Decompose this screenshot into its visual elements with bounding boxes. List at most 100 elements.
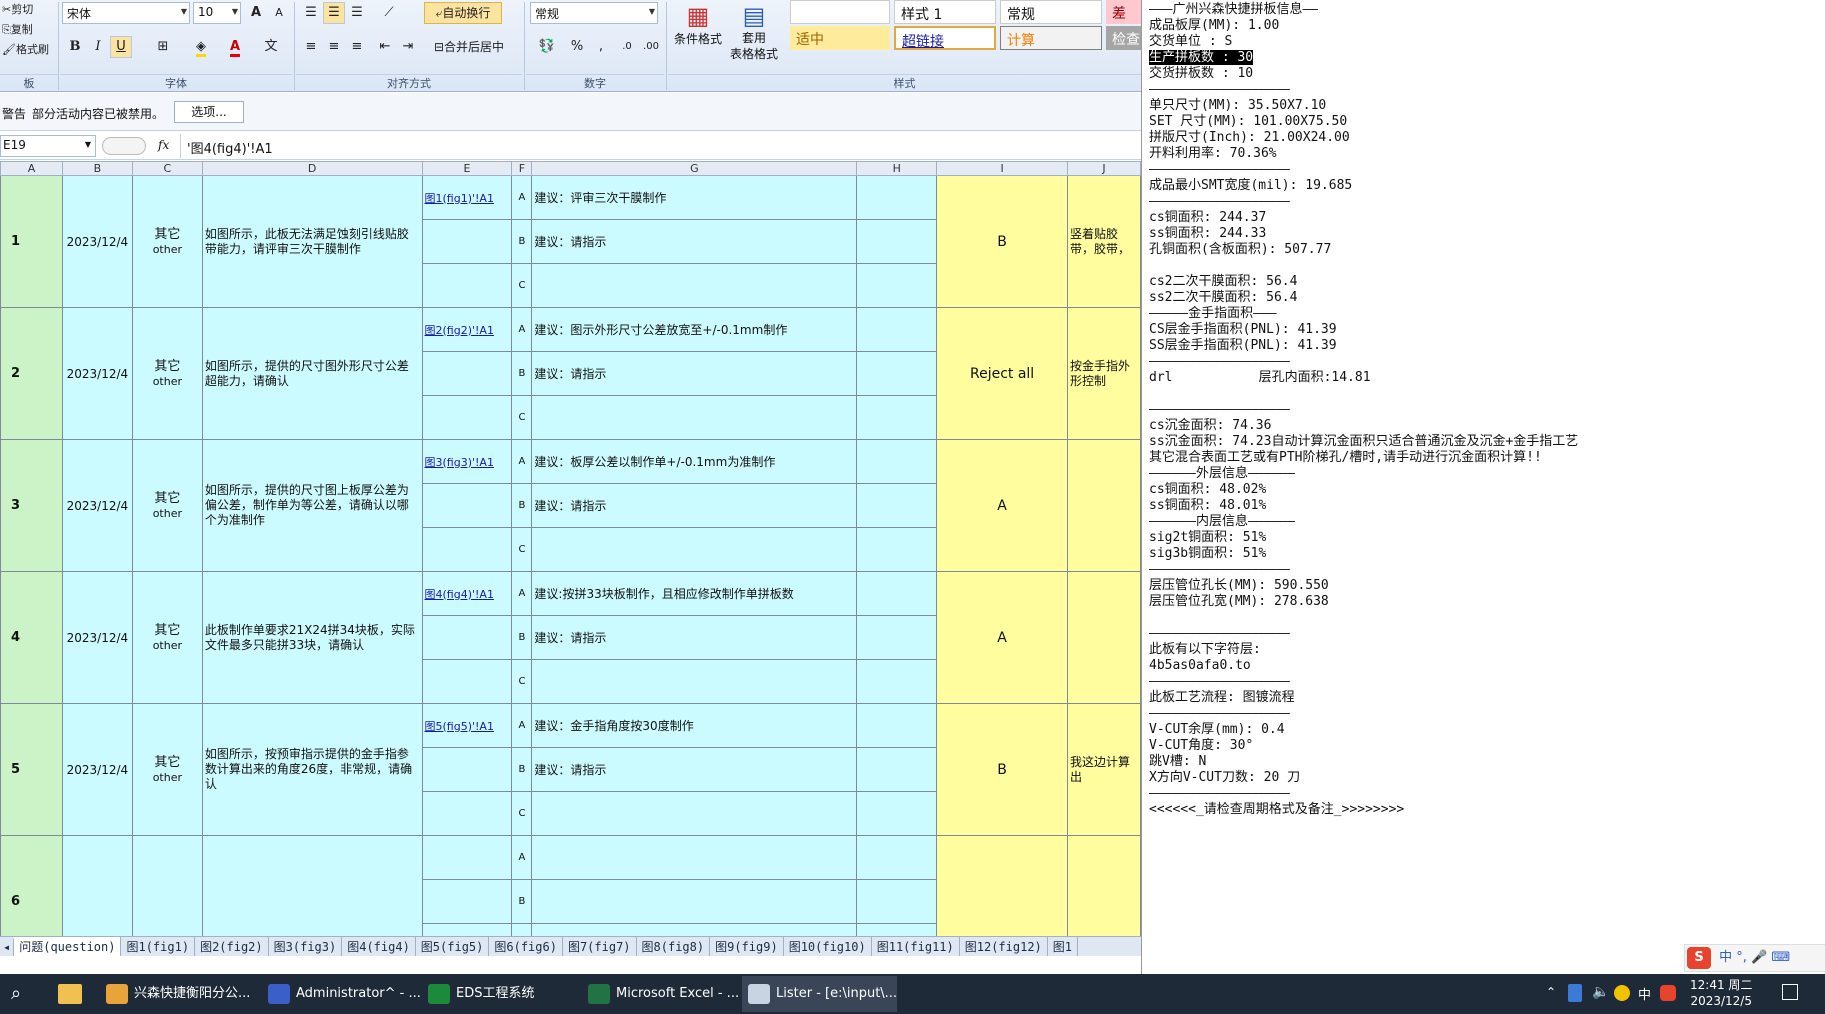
formula-cancel-enter[interactable] xyxy=(102,137,146,155)
align-right-button[interactable]: ≡ xyxy=(346,36,368,58)
note-cell[interactable]: 我这边计算出 xyxy=(1067,703,1141,836)
option-text-cell[interactable]: 建议：金手指角度按30度制作 xyxy=(531,703,858,748)
copy-button[interactable]: ⎘复制 xyxy=(2,20,49,40)
italic-button[interactable]: I xyxy=(87,36,109,58)
network-icon[interactable] xyxy=(1614,985,1630,1001)
figure-link[interactable]: 图3(fig3)'!A1 xyxy=(421,439,513,484)
category-cell[interactable]: 其它 other xyxy=(131,571,203,704)
link-cell[interactable] xyxy=(421,747,513,792)
note-cell[interactable]: 按金手指外形控制 xyxy=(1067,307,1141,440)
style-normal[interactable]: 常规 xyxy=(1000,0,1102,24)
blank-cell[interactable] xyxy=(856,791,938,836)
column-header[interactable]: D xyxy=(201,161,423,176)
figure-link[interactable]: 图4(fig4)'!A1 xyxy=(421,571,513,616)
row-number-cell[interactable]: 3 xyxy=(0,439,63,572)
bold-button[interactable]: B xyxy=(64,36,86,58)
sheet-tab[interactable]: 图6(fig6) xyxy=(489,937,563,956)
align-center-button[interactable]: ≡ xyxy=(323,36,345,58)
taskbar-item[interactable]: Administrator^ - ... xyxy=(262,976,421,1012)
blank-cell[interactable] xyxy=(856,351,938,396)
tab-scroll-icon[interactable]: ◂ xyxy=(0,939,15,956)
blank-cell[interactable] xyxy=(856,659,938,704)
merge-center-button[interactable]: ⊟合并后居中 xyxy=(424,36,514,58)
clock[interactable]: 12:41 周二 2023/12/5 xyxy=(1690,977,1752,1009)
option-text-cell[interactable]: 建议：请指示 xyxy=(531,351,858,396)
date-cell[interactable]: 2023/12/4 xyxy=(61,175,133,308)
link-cell[interactable] xyxy=(421,615,513,660)
sogou-tray-icon[interactable] xyxy=(1660,985,1676,1001)
sheet-tab[interactable]: 图9(fig9) xyxy=(710,937,784,956)
category-cell[interactable]: 其它 other xyxy=(131,307,203,440)
options-button[interactable]: 选项... xyxy=(174,101,244,123)
sheet-tab[interactable]: 图3(fig3) xyxy=(269,937,343,956)
blank-cell[interactable] xyxy=(856,263,938,308)
sheet-tab[interactable]: 图10(fig10) xyxy=(784,937,872,956)
taskbar-item[interactable]: EDS工程系统 xyxy=(422,976,577,1012)
figure-link[interactable]: 图2(fig2)'!A1 xyxy=(421,307,513,352)
link-cell[interactable] xyxy=(421,527,513,572)
blank-cell[interactable] xyxy=(856,527,938,572)
search-icon[interactable]: ⌕ xyxy=(4,982,28,1006)
link-cell[interactable] xyxy=(421,791,513,836)
figure-link[interactable]: 图1(fig1)'!A1 xyxy=(421,175,513,220)
figure-link[interactable] xyxy=(421,835,513,880)
answer-cell[interactable]: A xyxy=(936,439,1069,572)
option-text-cell[interactable] xyxy=(531,263,858,308)
blank-cell[interactable] xyxy=(856,923,938,936)
sheet-tab[interactable]: 图5(fig5) xyxy=(416,937,490,956)
increase-indent-button[interactable]: ⇥ xyxy=(397,36,419,58)
blank-cell[interactable] xyxy=(856,835,938,880)
blank-cell[interactable] xyxy=(856,703,938,748)
sheet-tab[interactable]: 图1 xyxy=(1048,937,1079,956)
option-text-cell[interactable] xyxy=(531,879,858,924)
column-header[interactable]: E xyxy=(421,161,513,176)
link-cell[interactable] xyxy=(421,263,513,308)
category-cell[interactable]: 其它 other xyxy=(131,175,203,308)
chevron-up-icon[interactable]: ⌃ xyxy=(1546,985,1556,999)
description-cell[interactable]: 如图所示，按预审指示提供的金手指参数计算出来的角度26度，非常规，请确认 xyxy=(201,703,423,836)
answer-cell[interactable]: B xyxy=(936,703,1069,836)
row-number-cell[interactable]: 1 xyxy=(0,175,63,308)
align-middle-button[interactable]: ☰ xyxy=(323,2,345,24)
answer-cell[interactable]: Reject all xyxy=(936,307,1069,440)
description-cell[interactable]: 如图所示，此板无法满足蚀刻引线贴胶带能力，请评审三次干膜制作 xyxy=(201,175,423,308)
file-explorer-icon[interactable] xyxy=(58,984,82,1004)
ime-toolbar[interactable]: S 中 °, 🎤 ⌨ xyxy=(1684,944,1825,972)
sheet-tab[interactable]: 图12(fig12) xyxy=(960,937,1048,956)
formula-input[interactable]: '图4(fig4)'!A1 xyxy=(180,134,1141,158)
option-text-cell[interactable]: 建议：板厚公差以制作单+/-0.1mm为准制作 xyxy=(531,439,858,484)
row-number-cell[interactable]: 6 xyxy=(0,835,63,936)
figure-link[interactable]: 图5(fig5)'!A1 xyxy=(421,703,513,748)
note-cell[interactable] xyxy=(1067,835,1141,936)
orientation-button[interactable]: ⟋ xyxy=(374,2,404,24)
date-cell[interactable]: 2023/12/4 xyxy=(61,571,133,704)
category-cell[interactable] xyxy=(131,835,203,936)
blank-cell[interactable] xyxy=(856,219,938,264)
note-cell[interactable] xyxy=(1067,439,1141,572)
sheet-tab[interactable]: 图8(fig8) xyxy=(637,937,711,956)
note-cell[interactable] xyxy=(1067,571,1141,704)
input-language[interactable]: 中 xyxy=(1638,984,1651,1003)
format-painter-button[interactable]: 🖌格式刷 xyxy=(2,40,49,60)
column-header[interactable]: F xyxy=(511,161,533,176)
increase-decimal-button[interactable]: .0 xyxy=(616,36,638,58)
option-text-cell[interactable] xyxy=(531,659,858,704)
date-cell[interactable]: 2023/12/4 xyxy=(61,439,133,572)
font-color-button[interactable]: A xyxy=(220,36,250,58)
link-cell[interactable] xyxy=(421,879,513,924)
option-text-cell[interactable] xyxy=(531,835,858,880)
category-cell[interactable]: 其它 other xyxy=(131,439,203,572)
phonetic-button[interactable]: 文 xyxy=(256,36,286,58)
link-cell[interactable] xyxy=(421,483,513,528)
sheet-tab[interactable]: 图4(fig4) xyxy=(342,937,416,956)
conditional-format-button[interactable]: ▦ 条件格式 xyxy=(672,2,724,47)
percent-button[interactable]: % xyxy=(566,36,588,58)
description-cell[interactable]: 如图所示，提供的尺寸图上板厚公差为偏公差，制作单为等公差，请确认以哪个为准制作 xyxy=(201,439,423,572)
blank-cell[interactable] xyxy=(856,615,938,660)
description-cell[interactable] xyxy=(201,835,423,936)
blank-cell[interactable] xyxy=(856,175,938,220)
answer-cell[interactable]: A xyxy=(936,571,1069,704)
notification-icon[interactable] xyxy=(1782,984,1798,1000)
style-hyperlink[interactable]: 超链接 xyxy=(894,26,996,50)
format-as-table-button[interactable]: ▤ 套用 表格格式 xyxy=(726,2,782,62)
